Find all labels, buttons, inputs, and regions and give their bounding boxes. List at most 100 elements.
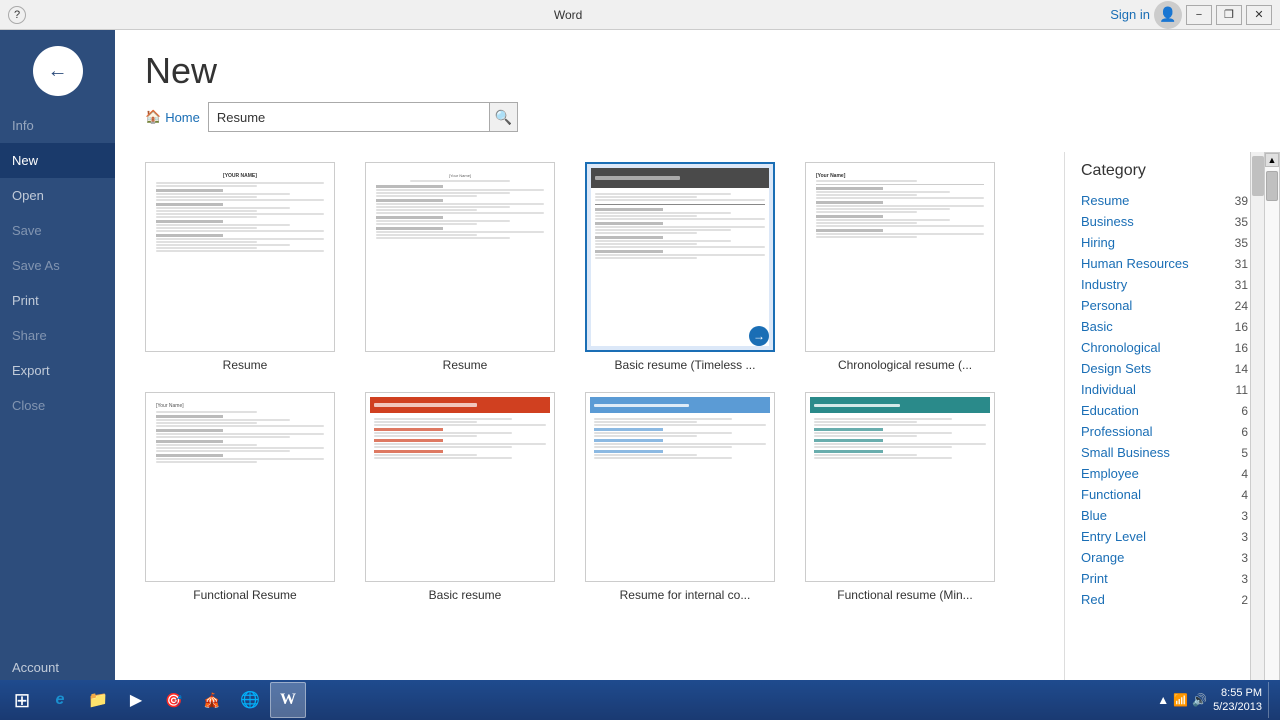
show-desktop-button[interactable] [1268, 682, 1276, 718]
category-scrollbar[interactable] [1250, 152, 1264, 720]
template-item[interactable]: Resume for internal co... [585, 392, 785, 602]
category-label: Employee [1081, 466, 1139, 481]
category-item[interactable]: Blue3 [1081, 505, 1248, 526]
category-count: 5 [1241, 446, 1248, 460]
sidebar-item-close[interactable]: Close [0, 388, 115, 423]
category-item[interactable]: Business35 [1081, 211, 1248, 232]
sidebar-item-info[interactable]: Info [0, 108, 115, 143]
category-item[interactable]: Education6 [1081, 400, 1248, 421]
template-item-selected[interactable]: → Basic resume (Timeless ... [585, 162, 785, 372]
sidebar-label-open: Open [12, 188, 44, 203]
tray-expand[interactable]: ▲ [1157, 693, 1169, 707]
category-item[interactable]: Chronological16 [1081, 337, 1248, 358]
category-label: Entry Level [1081, 529, 1146, 544]
signin-label[interactable]: Sign in [1110, 7, 1150, 22]
category-item[interactable]: Small Business 5 [1081, 442, 1248, 463]
taskbar-explorer[interactable]: 📁 [80, 682, 116, 718]
sidebar-item-open[interactable]: Open [0, 178, 115, 213]
search-bar: 🏠 Home 🔍 [145, 102, 1250, 132]
page-title: New [145, 50, 1250, 92]
category-item[interactable]: Employee4 [1081, 463, 1248, 484]
sidebar-item-export[interactable]: Export [0, 353, 115, 388]
category-label: Hiring [1081, 235, 1115, 250]
template-thumbnail [805, 392, 995, 582]
category-label: Small Business [1081, 445, 1170, 460]
category-count: 3 [1241, 509, 1248, 523]
template-name: Chronological resume (... [805, 358, 1005, 372]
category-label: Orange [1081, 550, 1124, 565]
volume-icon[interactable]: 🔊 [1192, 693, 1207, 707]
taskbar-clock[interactable]: 8:55 PM 5/23/2013 [1213, 686, 1262, 715]
template-name: Functional resume (Min... [805, 588, 1005, 602]
start-button[interactable]: ⊞ [4, 682, 40, 718]
search-button[interactable]: 🔍 [489, 103, 517, 131]
template-name: Resume [365, 358, 565, 372]
category-item[interactable]: Orange3 [1081, 547, 1248, 568]
taskbar-app2[interactable]: 🎪 [194, 682, 230, 718]
taskbar-app1[interactable]: 🎯 [156, 682, 192, 718]
taskbar-ie[interactable]: e [42, 682, 78, 718]
sidebar-item-new[interactable]: New [0, 143, 115, 178]
category-item[interactable]: Design Sets14 [1081, 358, 1248, 379]
category-item[interactable]: Industry31 [1081, 274, 1248, 295]
category-label: Personal [1081, 298, 1132, 313]
category-item[interactable]: Hiring35 [1081, 232, 1248, 253]
time-display: 8:55 PM [1213, 686, 1262, 700]
template-name: Resume [145, 358, 345, 372]
search-input-wrapper: 🔍 [208, 102, 518, 132]
template-thumbnail [365, 392, 555, 582]
minimize-button[interactable]: − [1186, 5, 1212, 25]
restore-button[interactable]: ❐ [1216, 5, 1242, 25]
close-button[interactable]: ✕ [1246, 5, 1272, 25]
back-button[interactable]: ← [33, 46, 83, 96]
category-item[interactable]: Personal 24 [1081, 295, 1248, 316]
category-count: 16 [1235, 341, 1248, 355]
template-thumbnail: [Your Name] [805, 162, 995, 352]
category-label: Business [1081, 214, 1134, 229]
template-item[interactable]: Basic resume [365, 392, 565, 602]
sidebar: ← Info New Open Save Save As Print Share… [0, 30, 115, 720]
help-button[interactable]: ? [8, 6, 26, 24]
category-item[interactable]: Red2 [1081, 589, 1248, 610]
sidebar-item-print[interactable]: Print [0, 283, 115, 318]
taskbar-left: ⊞ e 📁 ▶ 🎯 🎪 🌐 W [4, 682, 306, 718]
window-title: Word [554, 8, 582, 22]
category-count: 24 [1235, 299, 1248, 313]
category-panel-title: Category [1081, 162, 1248, 180]
taskbar-chrome[interactable]: 🌐 [232, 682, 268, 718]
scroll-thumb[interactable] [1266, 171, 1278, 201]
category-item[interactable]: Functional4 [1081, 484, 1248, 505]
home-link[interactable]: 🏠 Home [145, 109, 200, 125]
sidebar-item-share[interactable]: Share [0, 318, 115, 353]
category-item[interactable]: Human Resources31 [1081, 253, 1248, 274]
home-label: Home [165, 110, 200, 125]
sidebar-label-print: Print [12, 293, 39, 308]
templates-scrollbar[interactable]: ▲ ▼ [1264, 152, 1280, 720]
category-item[interactable]: Resume39 [1081, 190, 1248, 211]
category-list: Resume39Business35Hiring35Human Resource… [1081, 190, 1248, 610]
template-item[interactable]: [Your Name] [805, 162, 1005, 372]
category-count: 31 [1235, 278, 1248, 292]
category-item[interactable]: Basic16 [1081, 316, 1248, 337]
taskbar-word[interactable]: W [270, 682, 306, 718]
scroll-up-arrow[interactable]: ▲ [1265, 153, 1279, 167]
taskbar-media[interactable]: ▶ [118, 682, 154, 718]
user-avatar[interactable]: 👤 [1154, 1, 1182, 29]
scrollbar-thumb[interactable] [1252, 156, 1264, 196]
template-item[interactable]: [YOUR NAME] [145, 162, 345, 372]
sidebar-item-saveas[interactable]: Save As [0, 248, 115, 283]
sidebar-label-new: New [12, 153, 38, 168]
template-name: Basic resume [365, 588, 565, 602]
sidebar-item-save[interactable]: Save [0, 213, 115, 248]
category-item[interactable]: Print3 [1081, 568, 1248, 589]
templates-grid: [YOUR NAME] [115, 152, 1064, 720]
category-item[interactable]: Professional6 [1081, 421, 1248, 442]
template-thumbnail: [YOUR NAME] [145, 162, 335, 352]
category-item[interactable]: Individual11 [1081, 379, 1248, 400]
search-input[interactable] [209, 103, 489, 131]
template-item[interactable]: [Your Name] [365, 162, 565, 372]
title-bar: ? Word Sign in 👤 − ❐ ✕ [0, 0, 1280, 30]
template-item[interactable]: [Your Name] [145, 392, 345, 602]
template-item[interactable]: Functional resume (Min... [805, 392, 1005, 602]
category-item[interactable]: Entry Level3 [1081, 526, 1248, 547]
